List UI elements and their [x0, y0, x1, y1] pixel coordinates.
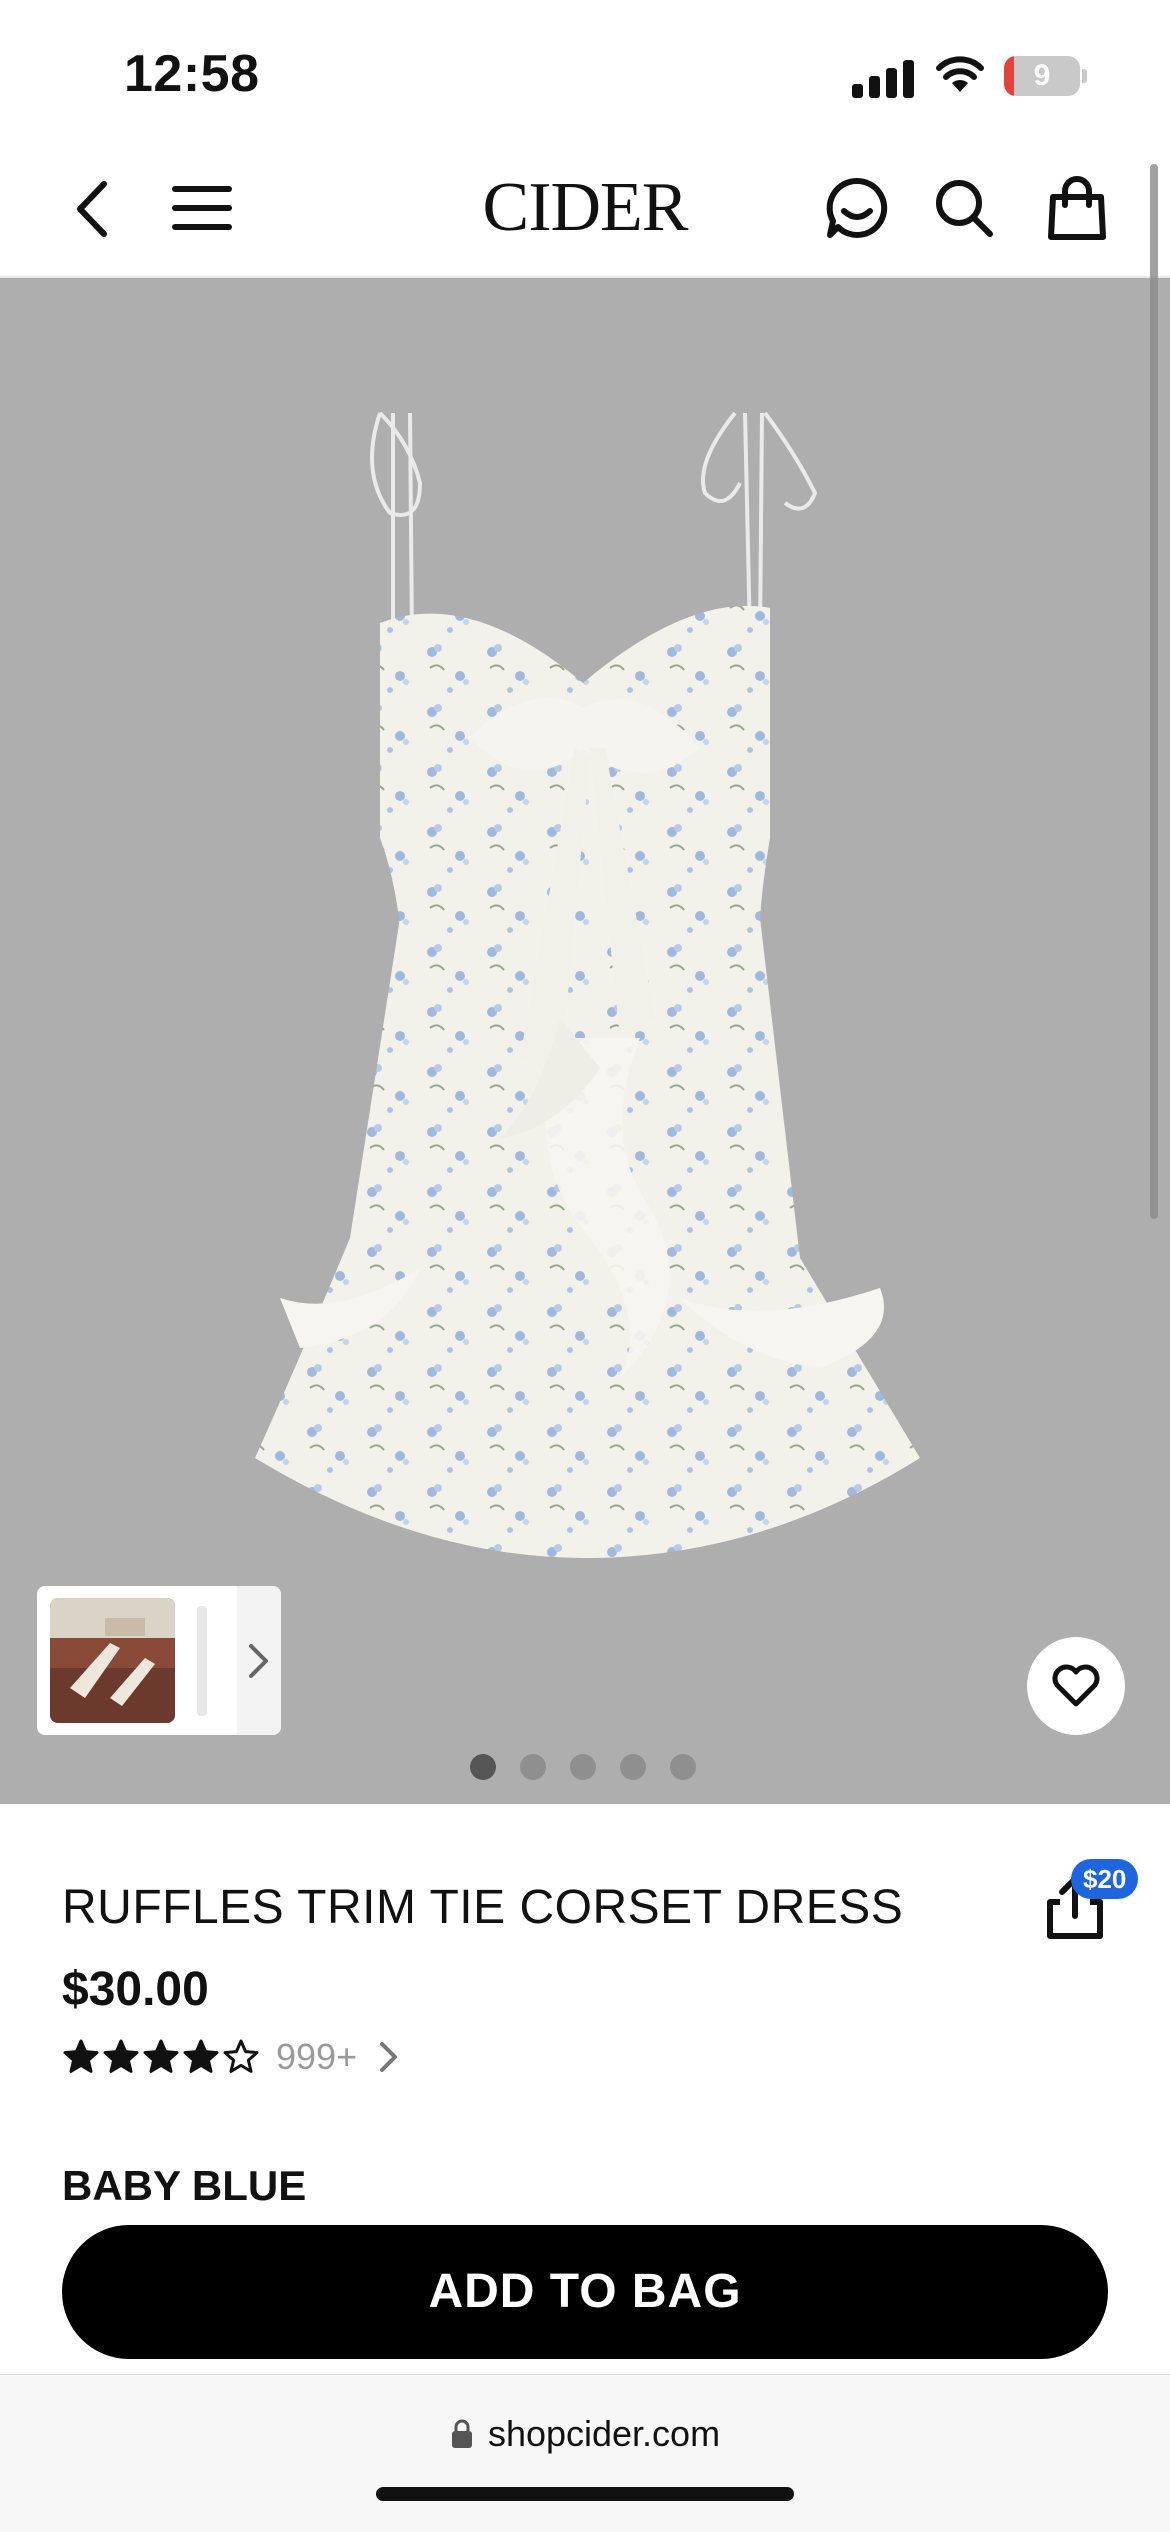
- chat-button[interactable]: [820, 170, 894, 246]
- shopping-bag-icon: [1048, 176, 1106, 240]
- menu-icon: [172, 186, 232, 230]
- chevron-right-icon: [249, 1643, 268, 1678]
- thumbnail-next-button[interactable]: [237, 1586, 281, 1735]
- scroll-indicator[interactable]: [1150, 164, 1158, 1219]
- thumbnail-strip[interactable]: [37, 1586, 281, 1735]
- gallery-pagination: [470, 1754, 696, 1780]
- battery-level: 9: [1033, 59, 1051, 92]
- back-button[interactable]: [62, 174, 122, 244]
- dress-image: [255, 411, 920, 1558]
- menu-button[interactable]: [168, 178, 236, 238]
- star-filled-icon: [183, 2039, 219, 2073]
- brand-logo[interactable]: CIDER: [470, 168, 700, 248]
- chat-icon: [826, 177, 888, 238]
- thumbnail-image[interactable]: [50, 1598, 175, 1723]
- share-reward-badge: $20: [1071, 1859, 1139, 1899]
- product-title: RUFFLES TRIM TIE CORSET DRESS: [62, 1881, 904, 1934]
- home-indicator[interactable]: [376, 2487, 794, 2501]
- star-empty-icon: [223, 2039, 259, 2073]
- pagination-dot[interactable]: [520, 1754, 546, 1780]
- url-text: shopcider.com: [487, 2413, 721, 2454]
- product-price: $30.00: [62, 1963, 209, 2016]
- search-button[interactable]: [930, 172, 998, 244]
- battery-icon: 9: [1004, 56, 1087, 96]
- rating-stars: [62, 2038, 260, 2076]
- add-to-bag-button[interactable]: ADD TO BAG: [62, 2225, 1108, 2359]
- favorite-button[interactable]: [1027, 1637, 1125, 1735]
- pagination-dot[interactable]: [570, 1754, 596, 1780]
- wifi-icon: [936, 56, 984, 92]
- back-arrow-icon: [77, 181, 107, 237]
- status-time: 12:58: [124, 45, 260, 103]
- browser-url-bar[interactable]: shopcider.com: [0, 2374, 1170, 2532]
- lock-icon: [451, 2419, 472, 2448]
- chevron-right-icon: [380, 2042, 398, 2072]
- star-filled-icon: [63, 2039, 99, 2073]
- star-filled-icon: [103, 2039, 139, 2073]
- top-nav-bar: CIDER: [0, 140, 1170, 278]
- pagination-dot[interactable]: [620, 1754, 646, 1780]
- selected-color-label: BABY BLUE: [62, 2162, 307, 2209]
- bag-button[interactable]: [1040, 170, 1114, 246]
- star-filled-icon: [143, 2039, 179, 2073]
- pagination-dot[interactable]: [470, 1754, 496, 1780]
- url-display[interactable]: shopcider.com: [0, 2413, 1170, 2455]
- sandals-photo: [50, 1598, 175, 1723]
- review-count: 999+: [276, 2036, 358, 2077]
- status-bar: 12:58 9: [0, 0, 1170, 140]
- rating-row[interactable]: 999+: [62, 2036, 399, 2078]
- heart-icon: [1052, 1664, 1100, 1707]
- product-image[interactable]: [0, 278, 1170, 1804]
- signal-icon: [852, 58, 914, 98]
- search-icon: [936, 180, 993, 237]
- pagination-dot[interactable]: [670, 1754, 696, 1780]
